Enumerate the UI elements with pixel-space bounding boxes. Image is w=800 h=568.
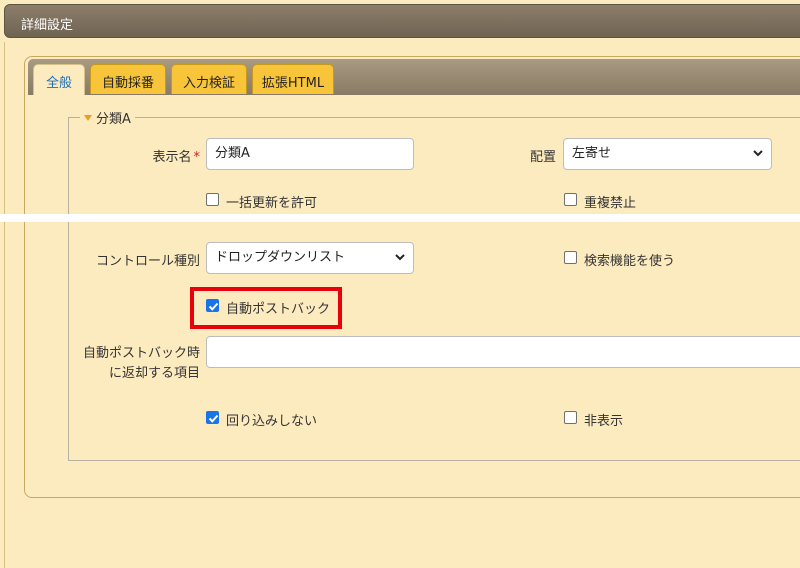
hidden-checkbox[interactable]: 非表示: [564, 410, 764, 429]
highlight-box: [190, 287, 342, 329]
checkbox-box-checked[interactable]: [206, 411, 219, 424]
tab-extended-html[interactable]: 拡張HTML: [252, 64, 334, 94]
section-legend-label: 分類A: [96, 112, 131, 127]
chevron-down-icon: [753, 150, 763, 157]
tab-input-validation[interactable]: 入力検証: [171, 64, 247, 94]
hidden-label: 非表示: [584, 414, 624, 429]
postback-items-input[interactable]: [206, 336, 800, 368]
control-type-label: コントロール種別: [95, 254, 200, 269]
page: 詳細設定 全般 自動採番 入力検証 拡張HTML 分類A 表示名 * 分類A 配置…: [0, 0, 800, 568]
checkbox-box[interactable]: [564, 193, 577, 206]
tab-general[interactable]: 全般: [33, 64, 85, 95]
postback-items-label: 自動ポストバック時 に返却する項目: [70, 344, 200, 384]
use-search-label: 検索機能を使う: [584, 254, 676, 269]
allow-bulk-update-label: 一括更新を許可: [226, 196, 318, 211]
checkbox-box[interactable]: [206, 193, 219, 206]
allow-bulk-update-checkbox[interactable]: 一括更新を許可: [206, 192, 406, 211]
collapse-arrow-icon[interactable]: [84, 115, 92, 121]
postback-items-label-line1: 自動ポストバック時: [82, 346, 200, 361]
control-type-select-value: ドロップダウンリスト: [215, 250, 346, 265]
chevron-down-icon: [395, 254, 405, 261]
required-mark: *: [193, 150, 201, 165]
no-wrap-checkbox[interactable]: 回り込みしない: [206, 410, 406, 429]
screenshot-cut-band: [0, 214, 800, 222]
checkbox-box[interactable]: [564, 251, 577, 264]
alignment-select[interactable]: 左寄せ: [563, 138, 772, 170]
no-wrap-label: 回り込みしない: [226, 414, 318, 429]
alignment-select-value: 左寄せ: [572, 146, 612, 161]
display-name-label: 表示名 *: [100, 146, 200, 165]
section-legend[interactable]: 分類A: [80, 108, 135, 127]
checkbox-box[interactable]: [564, 411, 577, 424]
alignment-label: 配置: [529, 150, 556, 165]
control-type-select[interactable]: ドロップダウンリスト: [206, 242, 414, 274]
postback-items-label-line2: に返却する項目: [108, 366, 200, 381]
checkmark-icon: [208, 414, 219, 423]
use-search-checkbox[interactable]: 検索機能を使う: [564, 250, 764, 269]
dialog-title: 詳細設定: [21, 18, 74, 33]
tab-auto-numbering[interactable]: 自動採番: [90, 64, 166, 94]
display-name-label-text: 表示名: [152, 150, 192, 165]
no-duplicates-label: 重複禁止: [584, 196, 637, 211]
display-name-input[interactable]: 分類A: [206, 138, 414, 170]
no-duplicates-checkbox[interactable]: 重複禁止: [564, 192, 764, 211]
dialog-titlebar[interactable]: 詳細設定: [4, 4, 800, 38]
